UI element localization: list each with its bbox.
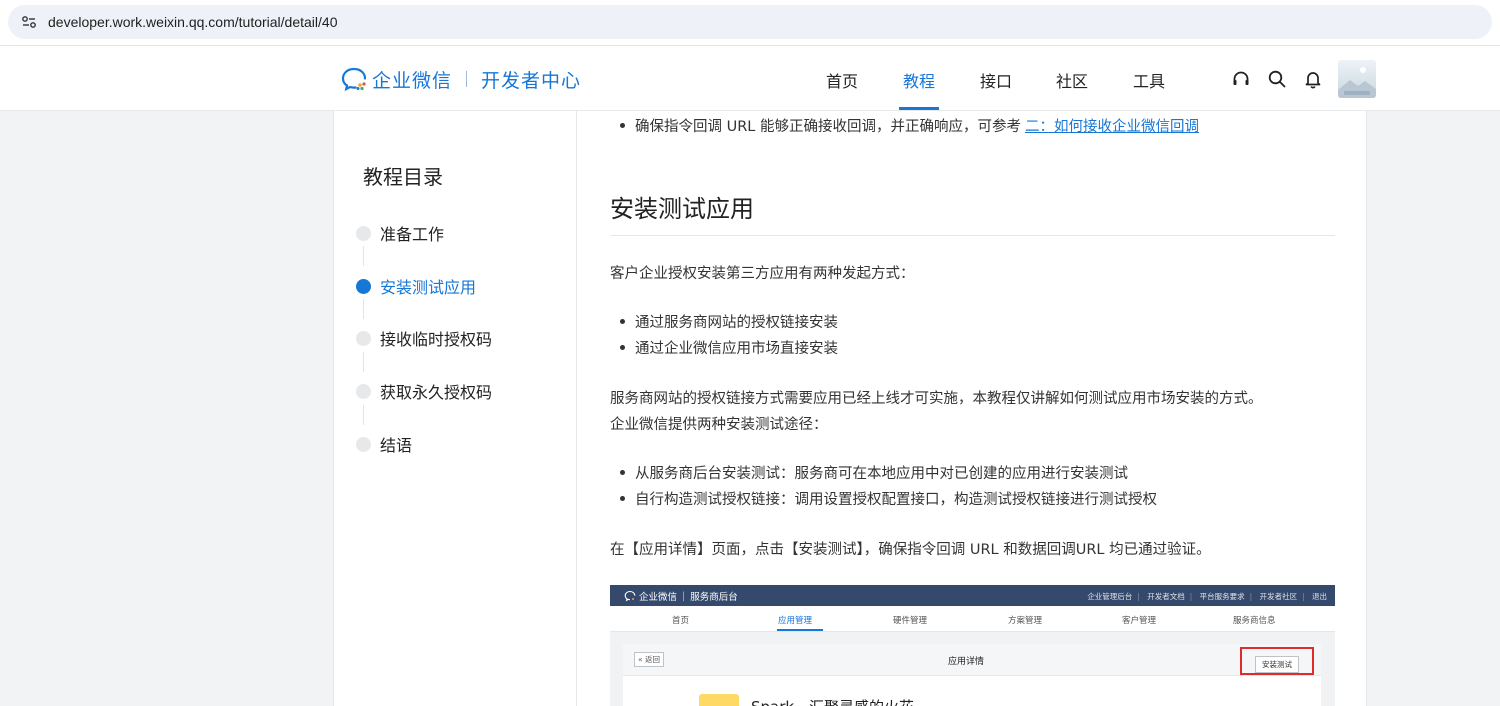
screenshot-app-name: Spark - 汇聚灵感的火花 — [751, 696, 914, 706]
list-item: 通过服务商网站的授权链接安装 — [620, 311, 838, 332]
list-item-text: 通过企业微信应用市场直接安装 — [635, 341, 838, 357]
toc-item-label: 安装测试应用 — [380, 278, 477, 297]
screenshot-header: 企业微信 | 服务商后台 企业管理后台 | 开发者文档 | 平台服务要求 | 开发者社… — [610, 585, 1335, 606]
heading-divider — [610, 235, 1335, 236]
list-item-text: 从服务商后台安装测试：服务商可在本地应用中对已创建的应用进行安装测试 — [635, 466, 1128, 482]
toc-item-install-test[interactable]: 安装测试应用 — [356, 274, 476, 298]
list-item-text: 自行构造测试授权链接：调用设置授权配置接口，构造测试授权链接进行测试授权 — [635, 492, 1157, 508]
screenshot-card: « 返回 应用详情 安装测试 Spark - 汇聚灵感的火花 — [623, 644, 1321, 706]
screenshot-link: 平台服务要求 — [1199, 592, 1245, 601]
toc-dot — [356, 330, 371, 346]
toc-connector — [363, 246, 364, 266]
toc-connector — [363, 405, 364, 425]
search-icon[interactable] — [1267, 69, 1287, 89]
nav-api[interactable]: 接口 — [980, 68, 1012, 92]
screenshot-tab: 首页 — [672, 616, 690, 626]
headset-icon[interactable] — [1231, 69, 1251, 89]
list-item: 通过企业微信应用市场直接安装 — [620, 337, 838, 358]
toc-dot — [356, 383, 371, 399]
toc-title: 教程目录 — [363, 165, 443, 189]
url-field[interactable]: developer.work.weixin.qq.com/tutorial/de… — [8, 5, 1492, 39]
site-settings-icon[interactable] — [20, 13, 38, 31]
bell-icon[interactable] — [1303, 69, 1323, 89]
article-content: 确保指令回调 URL 能够正确接收回调，并正确响应，可参考 二：如何接收企业微信… — [577, 111, 1367, 706]
screenshot-logo-text: 企业微信 — [639, 592, 678, 603]
note-paragraph: 企业微信提供两种安装测试途径： — [610, 417, 828, 433]
screenshot-link: 开发者文档 — [1147, 592, 1185, 601]
screenshot-logo-divider: | — [682, 590, 686, 602]
toc-dot-active — [356, 278, 371, 294]
tutorial-sidebar: 教程目录 准备工作 安装测试应用 接收临时授权码 获取永久授权码 结语 — [333, 111, 577, 706]
toc-item-permanent-auth-code[interactable]: 获取永久授权码 — [356, 379, 492, 403]
instruction-paragraph: 在【应用详情】页面，点击【安装测试】，确保指令回调 URL 和数据回调URL 均… — [610, 542, 1211, 558]
highlight-box: 安装测试 — [1240, 647, 1314, 675]
avatar[interactable] — [1338, 60, 1376, 98]
screenshot-card-header: « 返回 应用详情 安装测试 — [623, 644, 1321, 676]
intro-paragraph: 客户企业授权安装第三方应用有两种发起方式： — [610, 266, 915, 282]
app-icon — [699, 694, 739, 706]
nav-tutorial[interactable]: 教程 — [903, 68, 935, 92]
browser-address-bar: developer.work.weixin.qq.com/tutorial/de… — [0, 0, 1500, 46]
screenshot-link: 退出 — [1312, 592, 1327, 601]
list-item: 确保指令回调 URL 能够正确接收回调，并正确响应，可参考 二：如何接收企业微信… — [620, 115, 1199, 136]
toc-item-prepare[interactable]: 准备工作 — [356, 221, 444, 245]
wecom-logo-icon — [624, 590, 637, 602]
logo-text: 企业微信 — [372, 69, 453, 92]
toc-item-label: 准备工作 — [380, 225, 445, 244]
bullet-text: 确保指令回调 URL 能够正确接收回调，并正确响应，可参考 — [635, 119, 1021, 135]
wecom-logo-icon — [340, 64, 370, 94]
screenshot-link: 企业管理后台 — [1087, 592, 1133, 601]
nav-tools[interactable]: 工具 — [1133, 68, 1165, 92]
list-item: 从服务商后台安装测试：服务商可在本地应用中对已创建的应用进行安装测试 — [620, 462, 1128, 483]
list-item: 自行构造测试授权链接：调用设置授权配置接口，构造测试授权链接进行测试授权 — [620, 488, 1157, 509]
screenshot-back-button: « 返回 — [634, 652, 664, 667]
toc-dot — [356, 436, 371, 452]
screenshot-top-links: 企业管理后台 | 开发者文档 | 平台服务要求 | 开发者社区 | 退出 — [1087, 592, 1327, 601]
screenshot-tabs: 首页 应用管理 硬件管理 方案管理 客户管理 服务商信息 — [610, 606, 1335, 632]
screenshot-page-title: 应用详情 — [948, 657, 985, 667]
screenshot-tab: 服务商信息 — [1233, 616, 1276, 626]
site-logo[interactable]: 企业微信 开发者中心 — [340, 64, 581, 94]
nav-home[interactable]: 首页 — [826, 68, 858, 92]
nav-active-indicator — [899, 107, 939, 110]
screenshot-install-test-button: 安装测试 — [1255, 656, 1299, 673]
section-heading: 安装测试应用 — [610, 195, 754, 223]
screenshot-tab-active: 应用管理 — [778, 616, 813, 626]
screenshot-tab: 方案管理 — [1008, 616, 1043, 626]
toc-item-temp-auth-code[interactable]: 接收临时授权码 — [356, 326, 492, 350]
toc-connector — [363, 299, 364, 319]
toc-dot — [356, 225, 371, 241]
screenshot-subtitle: 服务商后台 — [690, 592, 738, 603]
screenshot-body: « 返回 应用详情 安装测试 Spark - 汇聚灵感的火花 — [610, 632, 1335, 706]
app-detail-screenshot: 企业微信 | 服务商后台 企业管理后台 | 开发者文档 | 平台服务要求 | 开发者社… — [610, 585, 1335, 706]
url-text: developer.work.weixin.qq.com/tutorial/de… — [48, 14, 338, 30]
screenshot-link: 开发者社区 — [1259, 592, 1298, 601]
toc-item-label: 获取永久授权码 — [380, 383, 493, 402]
toc-item-conclusion[interactable]: 结语 — [356, 432, 412, 456]
screenshot-tab-indicator — [777, 629, 823, 631]
note-paragraph: 服务商网站的授权链接方式需要应用已经上线才可实施，本教程仅讲解如何测试应用市场安… — [610, 391, 1263, 407]
top-navigation: 企业微信 开发者中心 首页 教程 接口 社区 工具 — [0, 46, 1500, 111]
logo-subtitle: 开发者中心 — [481, 69, 582, 92]
list-item-text: 通过服务商网站的授权链接安装 — [635, 315, 838, 331]
toc-item-label: 接收临时授权码 — [380, 330, 493, 349]
logo-divider — [466, 71, 468, 87]
toc-connector — [363, 352, 364, 372]
screenshot-logo: 企业微信 | 服务商后台 — [624, 589, 738, 603]
screenshot-tab: 硬件管理 — [893, 616, 928, 626]
screenshot-tab: 客户管理 — [1122, 616, 1157, 626]
nav-community[interactable]: 社区 — [1056, 68, 1088, 92]
toc-item-label: 结语 — [380, 436, 413, 455]
callback-guide-link[interactable]: 二：如何接收企业微信回调 — [1025, 115, 1199, 136]
